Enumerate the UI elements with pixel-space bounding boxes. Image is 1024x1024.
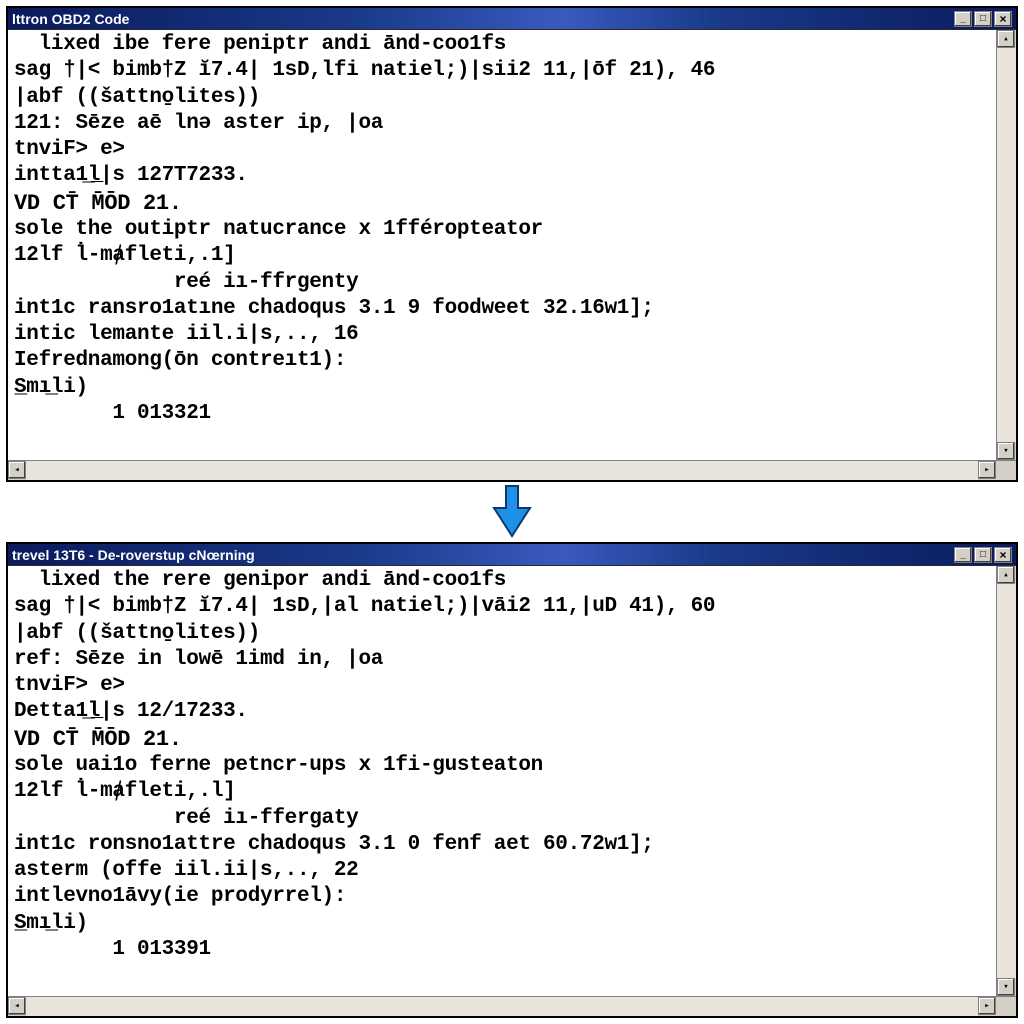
titlebar-top: lttron OBD2 Code _ □ × [8,8,1016,30]
maximize-button[interactable]: □ [974,547,992,563]
scroll-down-icon[interactable]: ▾ [997,442,1015,460]
code-content-bottom: lixed the rere genipor andi ānd-coo1fs s… [8,566,996,996]
code-line: asterm (offe iil.ii|s,.., 22 [14,858,990,884]
scroll-up-icon[interactable]: ▴ [997,30,1015,48]
vertical-scrollbar[interactable]: ▴ ▾ [996,30,1016,460]
code-line: int1c ronsno1attre chadoqus 3.1 0 fenf a… [14,832,990,858]
minimize-button[interactable]: _ [954,547,972,563]
scroll-left-icon[interactable]: ◂ [8,461,26,479]
scroll-right-icon[interactable]: ▸ [978,461,996,479]
code-line: 12lf l̇-mⱥfleti,.1] [14,243,990,269]
scroll-left-icon[interactable]: ◂ [8,997,26,1015]
code-line: intta1̲l̲|s 127T7233. [14,163,990,189]
scroll-track[interactable] [997,48,1016,442]
transition-arrow-wrap [4,484,1020,540]
code-line: sole the outiptr natucrance x 1fféroptea… [14,217,990,243]
close-button[interactable]: × [994,547,1012,563]
code-line: intlevno1āvy(ie prodyrrel): [14,884,990,910]
code-line: sag †|< bimb†Z ĭ7.4| 1sD,lfi natiel;)|si… [14,58,990,84]
code-line: |abf ((šattno̱lites)) [14,621,990,647]
window-bottom: trevel 13T6 - De-roverstup cNœrning _ □ … [6,542,1018,1018]
scroll-down-icon[interactable]: ▾ [997,978,1015,996]
code-line: Detta1̲l̲|s 12/17233. [14,699,990,725]
code-line: intic lemante iil.i|s,.., 16 [14,322,990,348]
scroll-track[interactable] [26,461,978,480]
window-title: lttron OBD2 Code [12,11,954,27]
code-line: VD CT̄ M̄ŌD 21. [14,726,990,754]
code-line: S̲mı̲li) [14,375,990,401]
window-body-top: lixed ibe fere peniptr andi ānd-coo1fs s… [8,30,1016,480]
code-line: VD CT̄ M̄ŌD 21. [14,190,990,218]
vertical-scrollbar[interactable]: ▴ ▾ [996,566,1016,996]
close-button[interactable]: × [994,11,1012,27]
minimize-button[interactable]: _ [954,11,972,27]
code-line: 1 013391 [14,937,990,963]
code-line: reé iı-ffrgenty [14,270,990,296]
horizontal-scrollbar[interactable]: ◂ ▸ [8,996,1016,1016]
code-line: 121: Sēze aē lnə aster ip, |oa [14,111,990,137]
code-line: tnviF> e> [14,137,990,163]
window-title: trevel 13T6 - De-roverstup cNœrning [12,547,954,563]
code-line: |abf ((šattno̱lites)) [14,85,990,111]
titlebar-buttons: _ □ × [954,11,1012,27]
code-line: lixed the rere genipor andi ānd-coo1fs [14,568,990,594]
window-top: lttron OBD2 Code _ □ × lixed ibe fere pe… [6,6,1018,482]
code-line: Iefrednamong(ōn contreıt1): [14,348,990,374]
code-line: tnviF> e> [14,673,990,699]
titlebar-bottom: trevel 13T6 - De-roverstup cNœrning _ □ … [8,544,1016,566]
code-line: reé iı-ffergaty [14,806,990,832]
code-line: 1 013321 [14,401,990,427]
scroll-track[interactable] [997,584,1016,978]
maximize-button[interactable]: □ [974,11,992,27]
code-line: ref: Sēze in lowē 1imd in, |oa [14,647,990,673]
code-line: S̲mı̲li) [14,911,990,937]
code-line: 12lf l̇-mⱥfleti,.l] [14,779,990,805]
code-line: sole uai1o ferne petncr-ups x 1fi-gustea… [14,753,990,779]
code-content-top: lixed ibe fere peniptr andi ānd-coo1fs s… [8,30,996,460]
scroll-corner [996,997,1016,1015]
page-root: lttron OBD2 Code _ □ × lixed ibe fere pe… [0,0,1024,1024]
window-body-bottom: lixed the rere genipor andi ānd-coo1fs s… [8,566,1016,1016]
code-line: int1c ransro1atıne chadoqus 3.1 9 foodwe… [14,296,990,322]
scroll-corner [996,461,1016,479]
scroll-track[interactable] [26,997,978,1016]
scroll-up-icon[interactable]: ▴ [997,566,1015,584]
code-line: sag †|< bimb†Z ĭ7.4| 1sD,|al natiel;)|vā… [14,594,990,620]
code-line: lixed ibe fere peniptr andi ānd-coo1fs [14,32,990,58]
down-arrow-icon [490,484,534,540]
horizontal-scrollbar[interactable]: ◂ ▸ [8,460,1016,480]
scroll-right-icon[interactable]: ▸ [978,997,996,1015]
titlebar-buttons: _ □ × [954,547,1012,563]
